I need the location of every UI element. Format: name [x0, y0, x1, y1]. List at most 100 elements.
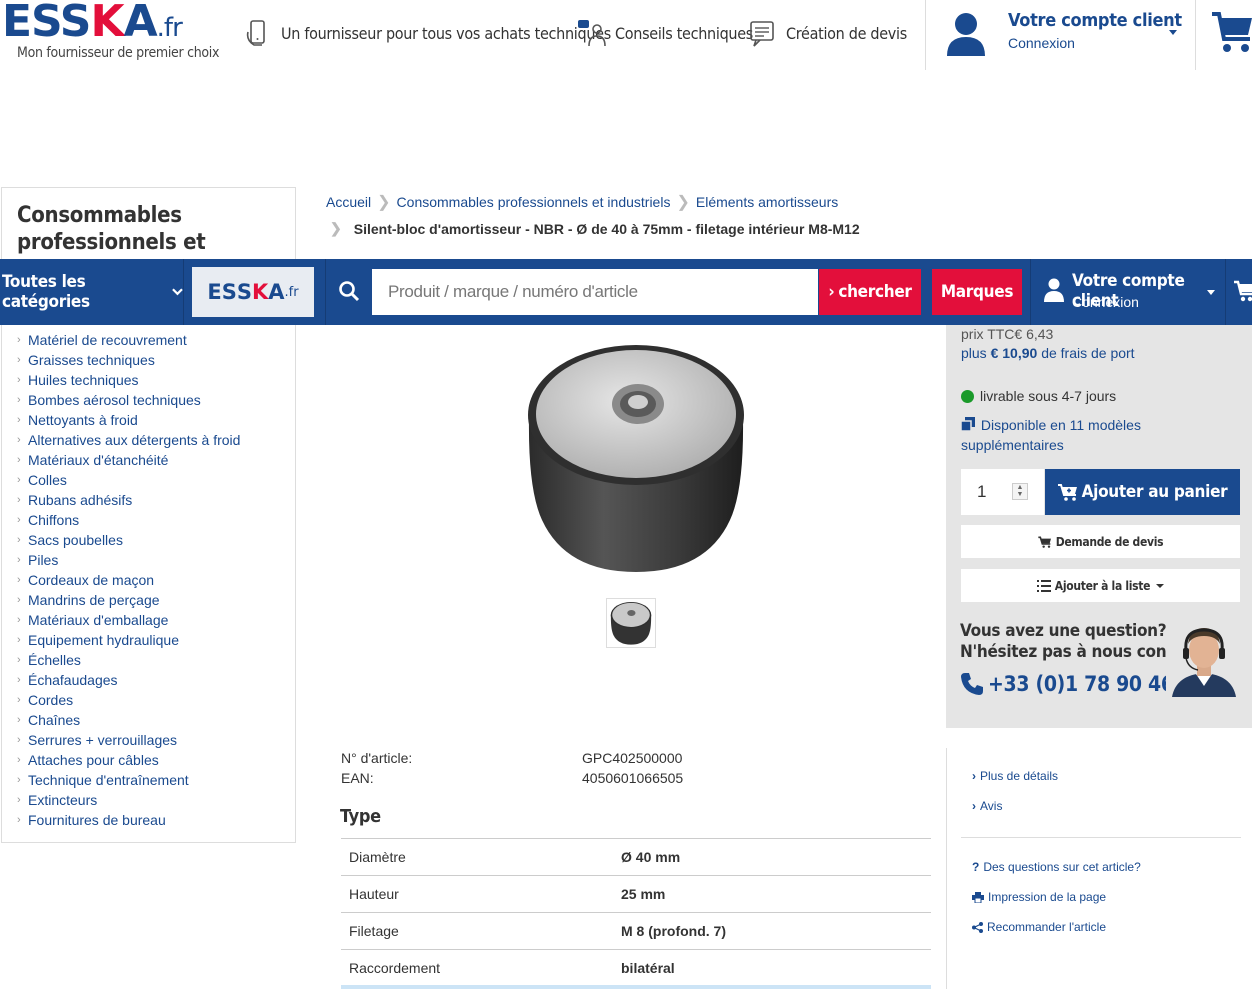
sidebar-category-item[interactable]: › Chiffons [17, 510, 240, 530]
sidebar-category-label: Serrures + verrouillages [28, 732, 178, 748]
account-dropdown-nav[interactable]: Votre compte client Connexion [1032, 259, 1226, 325]
sidebar-category-item[interactable]: › Colles [17, 470, 240, 490]
shipping-amount: € 10,90 [990, 345, 1038, 361]
print-label: Impression de la page [988, 890, 1107, 904]
top-header: ESSKA.fr Mon fournisseur de premier choi… [0, 0, 1252, 70]
spec-label: Filetage [341, 912, 611, 950]
add-to-list-button[interactable]: Ajouter à la liste [961, 569, 1240, 602]
spec-section-heading: Type [340, 806, 381, 827]
product-tabs-links: › Plus de détails › Avis [972, 768, 1058, 814]
breadcrumb-home[interactable]: Accueil [326, 194, 371, 210]
spec-value: 25 mm [611, 875, 931, 913]
sidebar-category-item[interactable]: › Equipement hydraulique [17, 630, 240, 650]
search-icon[interactable] [338, 280, 360, 302]
chevron-right-icon: › [17, 754, 21, 766]
chevron-right-icon: › [17, 554, 21, 566]
variants-link[interactable]: Disponible en 11 modèles supplémentaires [960, 415, 1191, 455]
add-to-list-label: Ajouter à la liste [1054, 578, 1151, 593]
search-button[interactable]: › chercher [819, 269, 921, 315]
sidebar-category-label: Alternatives aux détergents à froid [28, 432, 241, 448]
breadcrumb-level2[interactable]: Eléments amortisseurs [696, 194, 838, 210]
usp-supplier[interactable]: Un fournisseur pour tous vos achats tech… [243, 18, 611, 48]
sidebar-category-label: Rubans adhésifs [28, 492, 133, 508]
sidebar-category-label: Chiffons [28, 512, 80, 528]
sidebar-category-item[interactable]: › Cordeaux de maçon [17, 570, 240, 590]
sidebar-category-item[interactable]: › Nettoyants à froid [17, 410, 240, 430]
sidebar-category-item[interactable]: › Serrures + verrouillages [17, 730, 240, 750]
chevron-right-icon: › [17, 634, 21, 646]
quantity-input[interactable] [961, 469, 1044, 515]
brands-button[interactable]: Marques [932, 269, 1022, 315]
cart-icon[interactable] [1210, 8, 1252, 56]
article-number-value: GPC402500000 [582, 750, 683, 766]
shipping-cost[interactable]: plus € 10,90 de frais de port [961, 345, 1135, 361]
usp-quote[interactable]: Création de devis [748, 18, 907, 48]
sidebar-category-item[interactable]: › Échelles [17, 650, 240, 670]
esska-logo-small[interactable]: ES SKA .fr [192, 267, 314, 317]
sidebar-category-item[interactable]: › Cordes [17, 690, 240, 710]
sidebar-category-item[interactable]: › Matériel de recouvrement [17, 330, 240, 350]
sidebar-category-item[interactable]: › Huiles techniques [17, 370, 240, 390]
chevron-right-icon: › [17, 334, 21, 346]
chevron-down-icon [172, 288, 183, 296]
chevron-right-icon: › [17, 734, 21, 746]
recommend-link[interactable]: Recommander l'article [972, 919, 1141, 935]
spec-label: Hauteur [341, 875, 611, 913]
sidebar-category-item[interactable]: › Matériaux d'étanchéité [17, 450, 240, 470]
sidebar-category-item[interactable]: › Sacs poubelles [17, 530, 240, 550]
all-categories-button[interactable]: Toutes les catégories [0, 259, 184, 325]
sidebar-category-item[interactable]: › Technique d'entraînement [17, 770, 240, 790]
quantity-stepper[interactable]: ▲ ▼ [1012, 483, 1028, 500]
spec-row: Hauteur 25 mm [341, 875, 931, 913]
breadcrumb-level1[interactable]: Consommables professionnels et industrie… [397, 194, 671, 210]
list-icon [1036, 579, 1051, 592]
usp-advice[interactable]: Conseils techniques [577, 18, 753, 48]
reviews-link[interactable]: › Avis [972, 798, 1058, 814]
sidebar-category-item[interactable]: › Matériaux d'emballage [17, 610, 240, 630]
product-image[interactable] [526, 340, 746, 574]
sidebar-category-label: Attaches pour câbles [28, 752, 159, 768]
cart-icon[interactable] [1234, 279, 1252, 303]
add-to-cart-button[interactable]: Ajouter au panier [1045, 469, 1240, 515]
all-categories-label: Toutes les catégories [2, 272, 90, 312]
chevron-right-icon: › [17, 494, 21, 506]
more-details-link[interactable]: › Plus de détails [972, 768, 1058, 784]
breadcrumb: Accueil ❯ Consommables professionnels et… [326, 192, 966, 212]
sidebar-category-item[interactable]: › Rubans adhésifs [17, 490, 240, 510]
sidebar-category-label: Cordes [28, 692, 74, 708]
account-login-link[interactable]: Connexion [1008, 35, 1075, 51]
sidebar-category-list: › Matériel de recouvrement › Graisses techn… [17, 330, 240, 830]
chevron-right-icon: › [17, 394, 21, 406]
sidebar-category-item[interactable]: › Chaînes [17, 710, 240, 730]
account-dropdown-top[interactable]: Votre compte client Connexion [925, 0, 1196, 70]
sidebar-category-item[interactable]: › Graisses techniques [17, 350, 240, 370]
sidebar-category-item[interactable]: › Mandrins de perçage [17, 590, 240, 610]
availability-status: livrable sous 4-7 jours [961, 388, 1116, 404]
product-thumbnail[interactable] [606, 598, 656, 648]
quote-request-button[interactable]: Demande de devis [961, 525, 1240, 558]
print-link[interactable]: Impression de la page [972, 889, 1141, 905]
sidebar-category-label: Échafaudages [28, 672, 118, 688]
cart-icon [1038, 536, 1051, 548]
user-icon [947, 13, 985, 56]
sidebar-category-item[interactable]: › Piles [17, 550, 240, 570]
search-button-label: chercher [838, 282, 912, 302]
phone-icon [961, 673, 983, 695]
sidebar-category-item[interactable]: › Fournitures de bureau [17, 810, 240, 830]
spec-value: M 8 (profond. 7) [611, 912, 931, 950]
account-login-link[interactable]: Connexion [1072, 294, 1139, 310]
sidebar-category-item[interactable]: › Attaches pour câbles [17, 750, 240, 770]
chevron-right-icon: › [17, 534, 21, 546]
sidebar-category-item[interactable]: › Échafaudages [17, 670, 240, 690]
questions-link[interactable]: ? Des questions sur cet article? [972, 859, 1141, 875]
esska-logo[interactable]: ESSKA.fr Mon fournisseur de premier choi… [2, 0, 219, 68]
sidebar-category-item[interactable]: › Alternatives aux détergents à froid [17, 430, 240, 450]
sidebar-category-item[interactable]: › Extincteurs [17, 790, 240, 810]
sidebar-category-label: Matériaux d'étanchéité [28, 452, 169, 468]
spec-value: bilatéral [611, 949, 931, 987]
search-input[interactable] [372, 269, 818, 315]
advisor-icon [578, 20, 606, 47]
buy-box: prix TTC€ 6,43 plus € 10,90 de frais de … [946, 325, 1252, 728]
sidebar-category-item[interactable]: › Bombes aérosol techniques [17, 390, 240, 410]
cart-plus-icon [1057, 484, 1077, 501]
